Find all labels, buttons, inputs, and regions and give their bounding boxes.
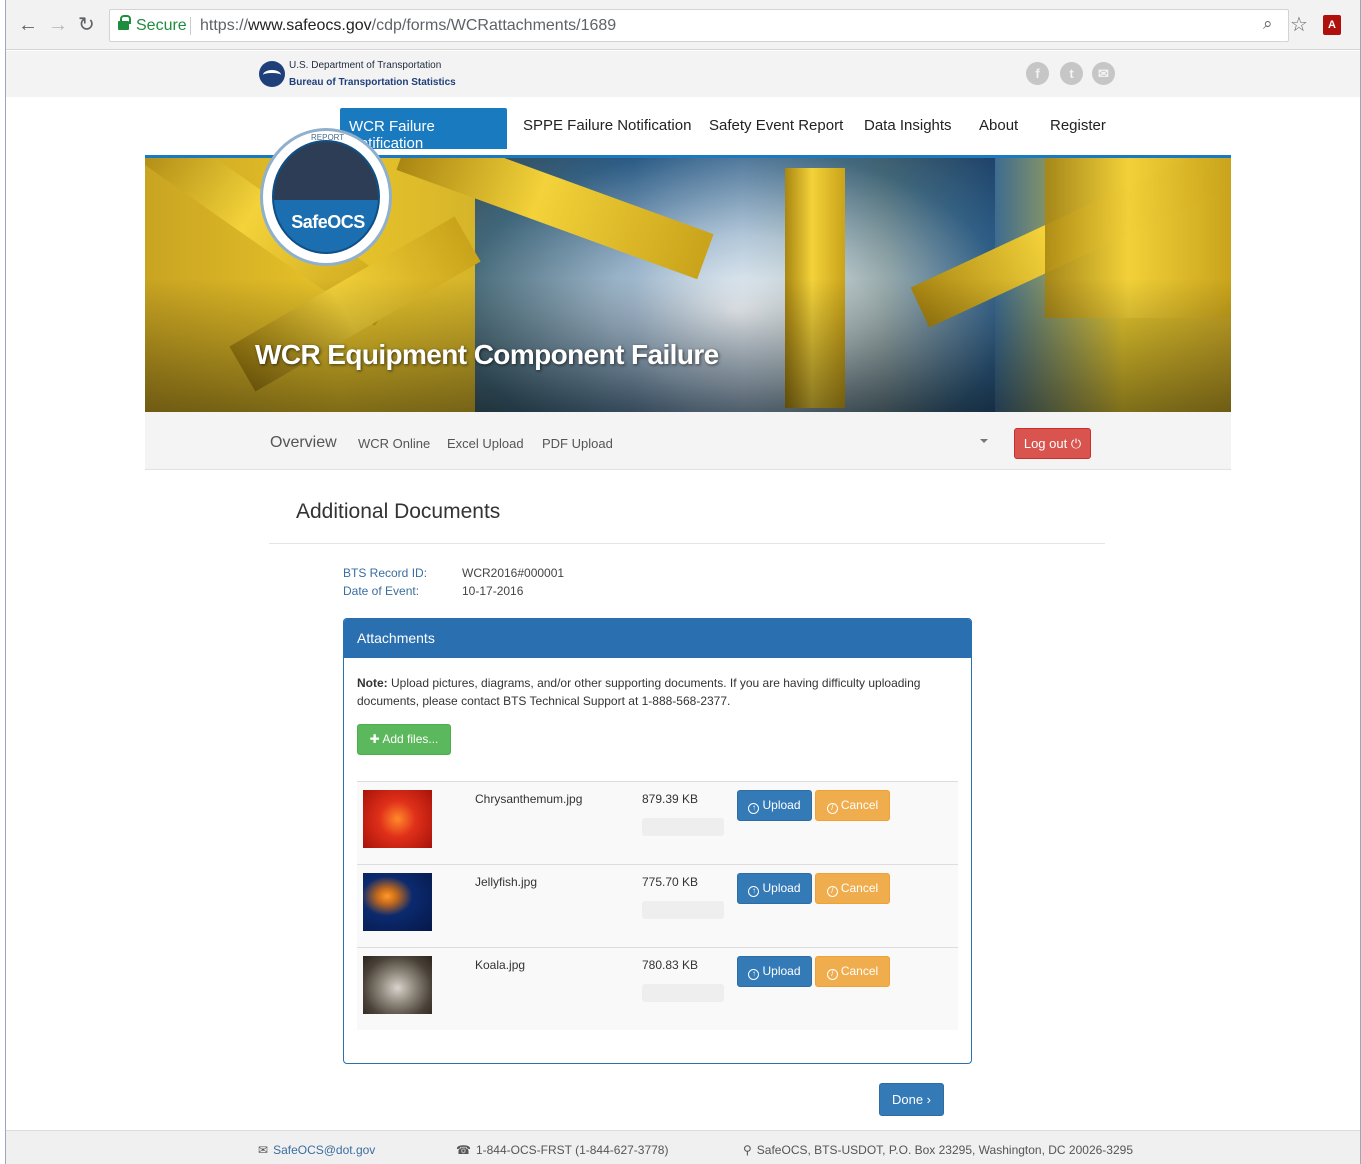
upload-button[interactable]: ↑ Upload	[737, 956, 812, 987]
jellyfish-thumbnail	[363, 873, 432, 931]
chrysanthemum-thumbnail	[363, 790, 432, 848]
attachments-header: Attachments	[344, 619, 971, 658]
footer-email[interactable]: ✉ SafeOCS@dot.gov	[258, 1143, 375, 1157]
cancel-button[interactable]: / Cancel	[815, 873, 890, 904]
secure-indicator[interactable]: Secure	[118, 15, 187, 35]
file-row: Koala.jpg 780.83 KB ↑ Upload / Cancel	[357, 947, 958, 1030]
file-name: Chrysanthemum.jpg	[475, 792, 583, 806]
chevron-right-icon: ›	[926, 1092, 932, 1107]
subnav-excel-upload[interactable]: Excel Upload	[447, 436, 524, 451]
facebook-icon[interactable]: f	[1026, 62, 1049, 85]
event-date-label: Date of Event:	[343, 584, 420, 598]
record-id-value: WCR2016#000001	[462, 566, 565, 580]
file-row: Chrysanthemum.jpg 879.39 KB ↑ Upload / Can…	[357, 781, 958, 864]
nav-about[interactable]: About	[979, 117, 1018, 134]
nav-data-insights[interactable]: Data Insights	[864, 117, 952, 134]
file-size: 775.70 KB	[642, 875, 699, 889]
safeocs-logo-report: REPORT	[311, 133, 345, 142]
zoom-icon[interactable]: ⌕	[1263, 14, 1273, 34]
browser-toolbar: ← → ↻ Secure https://www.safeocs.gov/cdp…	[6, 0, 1360, 50]
bureau-name[interactable]: Bureau of Transportation Statistics	[289, 77, 456, 88]
agency-bar: U.S. Department of Transportation Bureau…	[6, 51, 1360, 97]
event-date-value: 10-17-2016	[462, 584, 524, 598]
safeocs-logo[interactable]: SafeOCS REPORT	[260, 128, 392, 266]
file-size: 780.83 KB	[642, 958, 699, 972]
main-nav: WCR Failure Notification SPPE Failure No…	[6, 97, 1360, 157]
address-bar[interactable]: Secure https://www.safeocs.gov/cdp/forms…	[109, 9, 1289, 42]
upload-progress-bar	[642, 984, 724, 1002]
upload-icon: ↑	[748, 969, 760, 980]
file-row: Jellyfish.jpg 775.70 KB ↑ Upload / Cancel	[357, 864, 958, 947]
bookmark-star-icon[interactable]: ☆	[1290, 12, 1308, 37]
page-title: Additional Documents	[296, 500, 501, 523]
upload-icon: ↑	[748, 803, 760, 814]
cancel-button[interactable]: / Cancel	[815, 956, 890, 987]
dropdown-caret-icon[interactable]	[980, 439, 988, 443]
nav-sppe-failure-notification[interactable]: SPPE Failure Notification	[523, 117, 691, 134]
email-icon[interactable]: ✉	[1092, 62, 1115, 85]
hero-title: WCR Equipment Component Failure	[255, 339, 719, 370]
envelope-icon: ✉	[258, 1143, 269, 1157]
nav-safety-event-report[interactable]: Safety Event Report	[709, 117, 843, 134]
phone-icon: ☎	[456, 1143, 471, 1157]
browser-window: ← → ↻ Secure https://www.safeocs.gov/cdp…	[5, 0, 1361, 1164]
footer-phone: ☎ 1-844-OCS-FRST (1-844-627-3778)	[456, 1143, 669, 1157]
add-files-button[interactable]: ✚ Add files...	[357, 724, 451, 755]
back-arrow-icon[interactable]: ←	[18, 13, 38, 37]
upload-progress-bar	[642, 901, 724, 919]
upload-progress-bar	[642, 818, 724, 836]
map-marker-icon: ⚲	[743, 1143, 752, 1157]
cancel-button[interactable]: / Cancel	[815, 790, 890, 821]
file-size: 879.39 KB	[642, 792, 699, 806]
upload-button[interactable]: ↑ Upload	[737, 790, 812, 821]
agency-name[interactable]: U.S. Department of Transportation	[289, 60, 441, 71]
subnav-overview[interactable]: Overview	[270, 434, 337, 452]
footer-address: ⚲ SafeOCS, BTS-USDOT, P.O. Box 23295, Was…	[743, 1143, 1133, 1157]
file-name: Koala.jpg	[475, 958, 526, 972]
cancel-icon: /	[826, 886, 838, 897]
upload-icon: ↑	[748, 886, 760, 897]
upload-note: Note: Upload pictures, diagrams, and/or …	[357, 676, 921, 708]
title-divider	[269, 543, 1105, 544]
file-name: Jellyfish.jpg	[475, 875, 538, 889]
file-list: Chrysanthemum.jpg 879.39 KB ↑ Upload / Can…	[357, 781, 958, 1030]
pdf-extension-icon[interactable]: A	[1323, 15, 1341, 35]
safeocs-logo-worker	[274, 142, 378, 200]
url-separator	[190, 17, 191, 35]
power-icon: ⏻	[1070, 436, 1082, 451]
subnav-pdf-upload[interactable]: PDF Upload	[542, 436, 613, 451]
koala-thumbnail	[363, 956, 432, 1014]
nav-register[interactable]: Register	[1050, 117, 1106, 134]
twitter-icon[interactable]: t	[1060, 62, 1083, 85]
upload-button[interactable]: ↑ Upload	[737, 873, 812, 904]
logout-button[interactable]: Log out ⏻	[1014, 428, 1091, 459]
reload-icon[interactable]: ↻	[78, 13, 95, 37]
done-button[interactable]: Done ›	[879, 1083, 944, 1116]
dot-logo-icon[interactable]	[259, 61, 285, 87]
attachments-panel: Attachments Note: Upload pictures, diagr…	[343, 618, 972, 1064]
lock-icon	[118, 15, 131, 30]
footer: ✉ SafeOCS@dot.gov ☎ 1-844-OCS-FRST (1-844-…	[6, 1130, 1360, 1164]
safeocs-logo-text: SafeOCS	[291, 212, 365, 232]
safeocs-logo-inner: SafeOCS	[272, 140, 380, 254]
plus-icon: ✚	[369, 732, 383, 746]
url-text[interactable]: https://www.safeocs.gov/cdp/forms/WCRatt…	[200, 17, 616, 35]
record-id-label: BTS Record ID:	[343, 566, 428, 580]
subnav-wcr-online[interactable]: WCR Online	[358, 436, 430, 451]
forward-arrow-icon[interactable]: →	[48, 13, 68, 37]
cancel-icon: /	[826, 803, 838, 814]
cancel-icon: /	[826, 969, 838, 980]
sub-nav: Overview WCR Online Excel Upload PDF Upl…	[145, 412, 1231, 470]
